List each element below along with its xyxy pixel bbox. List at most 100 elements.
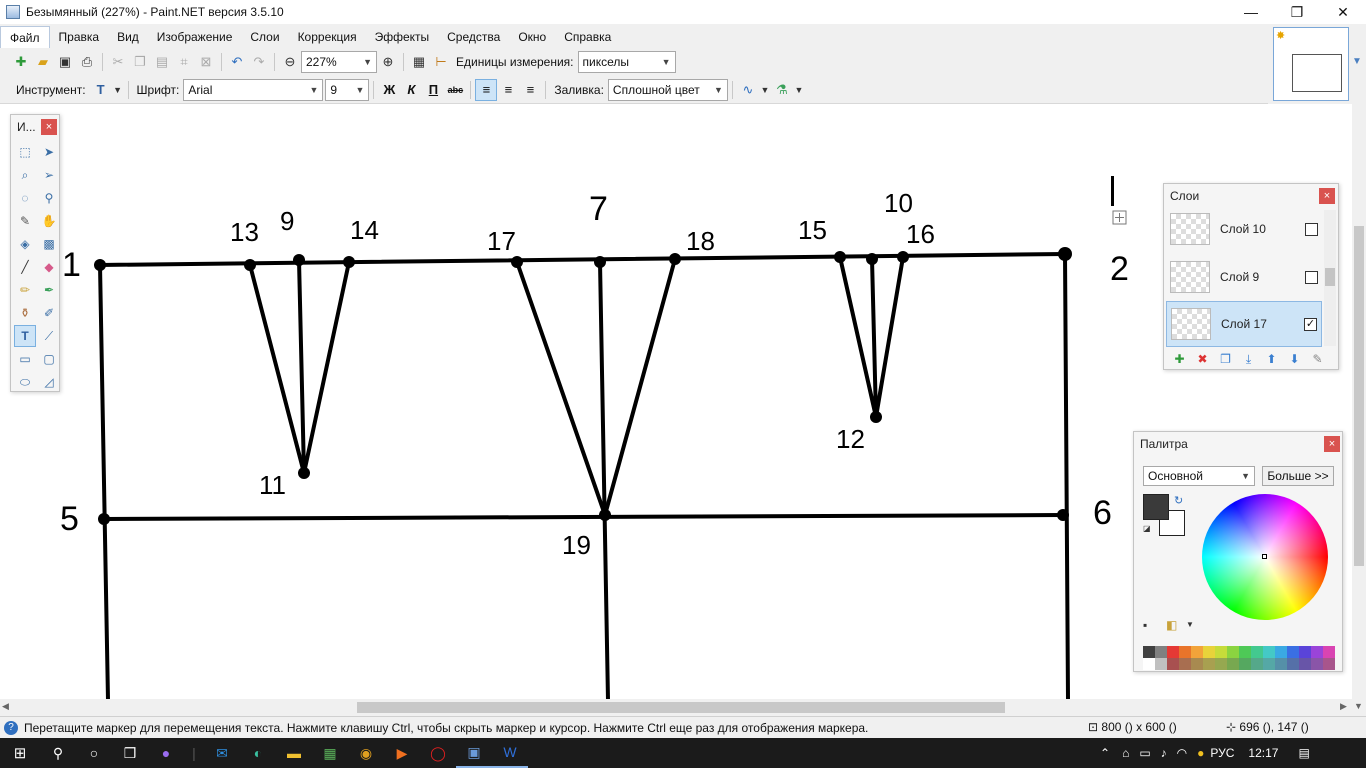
chevron-down-icon[interactable]: ▼ [794, 80, 804, 100]
layer-visibility-checkbox[interactable] [1305, 270, 1318, 284]
font-combo[interactable]: Arial ▼ [183, 78, 324, 101]
cortana-icon[interactable]: ○ [76, 738, 112, 768]
freeform-shape-icon[interactable]: ◿ [38, 371, 60, 393]
move-layer-down-icon[interactable]: ⬇ [1283, 350, 1306, 368]
underline-button[interactable]: П [422, 79, 444, 101]
recolor-icon[interactable]: ✐ [38, 302, 60, 324]
color-swatch[interactable] [1263, 658, 1275, 670]
file-explorer-icon[interactable]: ▬ [276, 738, 312, 768]
color-swatch[interactable] [1275, 646, 1287, 658]
align-center-icon[interactable]: ≡ [497, 79, 519, 101]
paste-icon[interactable]: ▤ [152, 52, 172, 72]
grid-icon[interactable]: ▦ [409, 52, 429, 72]
tools-panel-close-button[interactable]: × [41, 119, 57, 135]
reset-colors-icon[interactable]: ◪ [1143, 524, 1151, 533]
color-swatch[interactable] [1323, 658, 1335, 670]
color-swatch[interactable] [1227, 658, 1239, 670]
antialiasing-icon[interactable]: ∿ [738, 80, 758, 100]
rounded-rectangle-icon[interactable]: ▢ [38, 348, 60, 370]
color-wheel-marker[interactable] [1262, 554, 1267, 559]
merge-layer-down-icon[interactable]: ⤓ [1237, 350, 1260, 368]
color-picker-icon[interactable]: ✒ [38, 279, 60, 301]
cut-icon[interactable]: ✂ [108, 52, 128, 72]
minimize-button[interactable]: — [1228, 0, 1274, 24]
ellipse-icon[interactable]: ⬭ [14, 371, 36, 393]
color-swatch[interactable] [1215, 646, 1227, 658]
restore-button[interactable]: ❐ [1274, 0, 1320, 24]
italic-button[interactable]: К [400, 79, 422, 101]
edge-browser-icon[interactable]: ◐ [240, 738, 276, 768]
vertical-scrollbar[interactable] [1352, 104, 1366, 699]
menu-file[interactable]: Файл [0, 26, 50, 48]
layer-visibility-checkbox[interactable]: ✓ [1304, 317, 1317, 331]
network-icon[interactable]: ⌂ [1122, 746, 1129, 760]
deselect-icon[interactable]: ⊠ [196, 52, 216, 72]
add-color-icon[interactable]: ▪ [1143, 618, 1147, 632]
menu-utilities[interactable]: Средства [438, 26, 509, 48]
color-swatch[interactable] [1227, 646, 1239, 658]
wifi-icon[interactable]: ◠ [1177, 746, 1187, 760]
layers-scroll-thumb[interactable] [1325, 268, 1335, 286]
align-left-icon[interactable]: ≡ [475, 78, 498, 101]
layers-panel-close-button[interactable]: × [1319, 188, 1335, 204]
palette-menu-icon[interactable]: ◧ [1166, 618, 1177, 632]
scroll-right-icon[interactable]: ▶ [1340, 701, 1347, 712]
chevron-down-icon[interactable]: ▼ [113, 80, 123, 100]
color-swatch[interactable] [1143, 658, 1155, 670]
color-swatch[interactable] [1251, 658, 1263, 670]
swap-colors-icon[interactable]: ↻ [1174, 494, 1183, 507]
print-icon[interactable]: ⎙ [77, 52, 97, 72]
text-tool-icon[interactable]: T [14, 325, 36, 347]
chevron-down-icon[interactable]: ▼ [1186, 620, 1194, 629]
magic-wand-icon[interactable]: ✎ [14, 210, 36, 232]
layer-row[interactable]: Слой 10 [1166, 206, 1322, 252]
layer-row[interactable]: Слой 9 [1166, 254, 1322, 300]
color-swatch[interactable] [1155, 646, 1167, 658]
duplicate-layer-icon[interactable]: ❐ [1214, 350, 1237, 368]
line-curve-icon[interactable]: ⟋ [38, 325, 60, 347]
menu-image[interactable]: Изображение [148, 26, 242, 48]
battery-icon[interactable]: ▭ [1139, 746, 1150, 760]
volume-icon[interactable]: ♪ [1161, 746, 1167, 760]
clock[interactable]: 12:17 [1248, 746, 1278, 760]
align-right-icon[interactable]: ≡ [519, 79, 541, 101]
color-swatch[interactable] [1203, 646, 1215, 658]
paint-bucket-icon[interactable]: ◈ [14, 233, 36, 255]
color-swatch[interactable] [1143, 646, 1155, 658]
zoom-out-icon[interactable]: ⊖ [280, 52, 300, 72]
pencil-icon[interactable]: ✏ [14, 279, 36, 301]
zoom-icon[interactable]: ⚲ [38, 187, 60, 209]
layer-row-selected[interactable]: Слой 17 ✓ [1166, 301, 1322, 347]
paintbrush-icon[interactable]: ╱ [14, 256, 36, 278]
mail-icon[interactable]: ✉ [204, 738, 240, 768]
blend-mode-icon[interactable]: ⚗ [772, 80, 792, 100]
undo-icon[interactable]: ↶ [227, 52, 247, 72]
fill-combo[interactable]: Сплошной цвет ▼ [607, 78, 728, 101]
color-swatch[interactable] [1263, 646, 1275, 658]
color-swatch[interactable] [1239, 658, 1251, 670]
color-swatch[interactable] [1203, 658, 1215, 670]
color-swatch[interactable] [1215, 658, 1227, 670]
menu-window[interactable]: Окно [509, 26, 555, 48]
color-swatch[interactable] [1167, 658, 1179, 670]
gradient-icon[interactable]: ▩ [38, 233, 60, 255]
paint-net-taskbar-icon[interactable]: ▣ [456, 738, 492, 768]
word-taskbar-icon[interactable]: W [492, 738, 528, 768]
delete-layer-icon[interactable]: ✖ [1191, 350, 1214, 368]
scroll-down-icon[interactable]: ▼ [1354, 701, 1363, 711]
add-layer-icon[interactable]: ✚ [1168, 350, 1191, 368]
strikethrough-button[interactable]: abc [444, 79, 466, 101]
language-indicator[interactable]: РУС [1210, 746, 1234, 760]
crop-icon[interactable]: ⌗ [174, 52, 194, 72]
search-icon[interactable]: ⚲ [40, 738, 76, 768]
zoom-combo[interactable]: 227% ▼ [301, 51, 377, 73]
color-wheel[interactable] [1202, 494, 1328, 620]
menu-adjustments[interactable]: Коррекция [289, 26, 366, 48]
color-swatch[interactable] [1167, 646, 1179, 658]
chevron-down-icon[interactable]: ▼ [1352, 56, 1362, 67]
menu-layers[interactable]: Слои [241, 26, 288, 48]
bold-button[interactable]: Ж [378, 79, 400, 101]
lasso-select-icon[interactable]: ⌕ [14, 164, 36, 186]
copy-icon[interactable]: ❐ [130, 52, 150, 72]
layer-visibility-checkbox[interactable] [1305, 222, 1318, 236]
